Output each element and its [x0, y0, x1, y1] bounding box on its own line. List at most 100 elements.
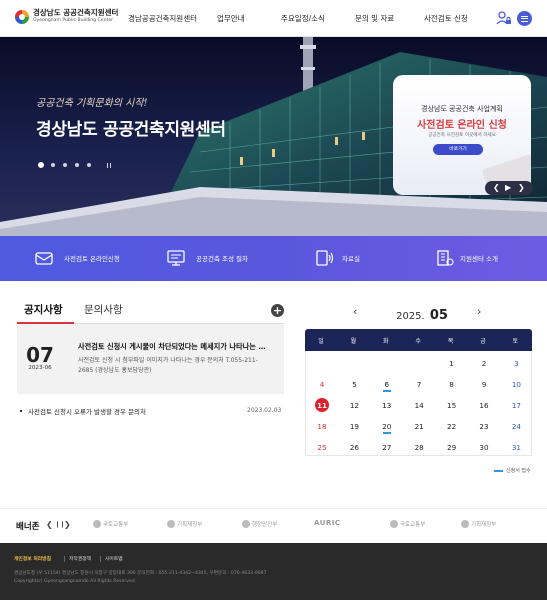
calendar-day[interactable]: 12: [338, 401, 370, 410]
weekday-tue: 화: [383, 338, 389, 345]
calendar-day[interactable]: 29: [436, 443, 468, 452]
popup-desc: 공공건축 사전검토 이곳에서 하세요: [428, 133, 496, 138]
footer-separator: [100, 556, 101, 562]
calendar-prev-icon[interactable]: ‹: [353, 305, 357, 318]
weekday-mon: 월: [350, 338, 357, 345]
featured-date: 2023-06: [28, 365, 52, 371]
nav-item-business[interactable]: 업무안내: [217, 13, 245, 24]
banner-next-icon[interactable]: ❯: [64, 520, 71, 529]
more-plus-icon[interactable]: +: [271, 304, 284, 317]
calendar-day[interactable]: 8: [436, 380, 468, 389]
hero-slider-controls: ❮ ▶ ❯: [485, 181, 533, 195]
calendar-day[interactable]: 11: [306, 401, 338, 410]
calendar-day[interactable]: 1: [436, 359, 468, 368]
calendar-day[interactable]: 26: [338, 443, 370, 452]
calendar-day[interactable]: 17: [500, 401, 532, 410]
calendar-day[interactable]: 18: [306, 422, 338, 431]
logo-icon[interactable]: [14, 9, 30, 25]
event-mark: [383, 432, 391, 434]
online-apply-popup[interactable]: 경상남도 공공건축 사업계획 사전검토 온라인 신청 공공건축 사전검토 이곳에…: [393, 75, 531, 195]
event-mark: [383, 390, 391, 392]
moef-logo-icon: [167, 520, 175, 528]
nav-item-apply[interactable]: 사전검토 신청: [424, 13, 468, 24]
slide-dot-3[interactable]: [63, 163, 67, 167]
quick-label-archive: 자료실: [342, 255, 360, 263]
building-info-icon: [437, 250, 454, 266]
calendar-day[interactable]: 16: [468, 401, 500, 410]
popup-go-button[interactable]: 바로가기: [433, 144, 483, 155]
featured-title[interactable]: 사전검토 신청시 게시물이 차단되었다는 메세지가 나타나는 …: [78, 342, 266, 352]
calendar-day[interactable]: 31: [500, 443, 532, 452]
hero-next-icon[interactable]: ❯: [518, 183, 525, 193]
calendar-day[interactable]: 23: [468, 422, 500, 431]
calendar-month: 05: [429, 308, 448, 323]
logo-title: 경상남도 공공건축지원센터: [33, 8, 119, 17]
footer-copyright: Copyright(c) Gyeongsangnamdo All Rights …: [14, 579, 137, 584]
slide-dot-4[interactable]: [75, 163, 79, 167]
calendar-day[interactable]: 14: [403, 401, 435, 410]
tab-inquiry[interactable]: 문의사항: [84, 302, 123, 317]
quick-label-apply: 사전검토 온라인신청: [64, 255, 120, 263]
footer-link-privacy[interactable]: 개인정보 처리방침: [14, 555, 51, 562]
calendar-day[interactable]: 20: [371, 422, 403, 431]
calendar-day[interactable]: 28: [403, 443, 435, 452]
calendar-year: 2025.: [396, 311, 425, 322]
slide-pause-icon[interactable]: [107, 163, 111, 168]
notice-item-title[interactable]: 사전검토 신청시 오류가 발생할 경우 문의처: [28, 406, 146, 416]
footer-link-sitemap[interactable]: 사이트맵: [105, 555, 123, 562]
featured-day: 07: [26, 343, 54, 367]
banner-logo-label: 국토교통부: [400, 522, 426, 528]
mail-icon: [35, 252, 53, 265]
banner-prev-icon[interactable]: ❮: [46, 520, 53, 529]
banner-logo-label: 행정안전부: [252, 522, 278, 528]
calendar-day[interactable]: 7: [403, 380, 435, 389]
hero-play-icon[interactable]: ▶: [505, 183, 511, 193]
weekday-fri: 금: [480, 338, 486, 345]
calendar-grid: 1 2 3 4 5 6 7 8 9 10 11 12 13 14 15 16 17 18 19 20 21 22 23 24 2…: [305, 351, 532, 456]
calendar-day[interactable]: 4: [306, 380, 338, 389]
calendar-day[interactable]: 24: [500, 422, 532, 431]
calendar-day[interactable]: 19: [338, 422, 370, 431]
slide-dot-5[interactable]: [87, 163, 91, 167]
footer-address: 경상남도청 (우 51154) 경상남도 창원시 의창구 중앙대로 300 문의…: [14, 571, 267, 576]
footer-link-copyright[interactable]: 저작권정책: [69, 555, 91, 562]
calendar-day[interactable]: 3: [500, 359, 532, 368]
hero-title: 경상남도 공공건축지원센터: [36, 120, 226, 140]
popup-title: 사전검토 온라인 신청: [417, 120, 507, 131]
molit-logo-icon: [93, 520, 101, 528]
bullet-icon: [20, 410, 22, 412]
featured-desc: 사전검토 신청 시 첨부파일 이미지가 나타나는 경우 문의처 T.055-21…: [78, 357, 258, 374]
slide-dot-2[interactable]: [51, 163, 55, 167]
weekday-wed: 수: [415, 338, 421, 345]
banner-logo-label: 기획재정부: [471, 522, 497, 528]
hamburger-icon[interactable]: [517, 11, 532, 26]
hero-visual: 공공건축 기획문화의 시작! 경상남도 공공건축지원센터 경상남도 공공건축 사…: [0, 37, 547, 236]
weekday-sun: 일: [318, 338, 324, 345]
calendar-day[interactable]: 22: [436, 422, 468, 431]
calendar-day[interactable]: 25: [306, 443, 338, 452]
calendar-day[interactable]: 15: [436, 401, 468, 410]
mois-logo-icon: [242, 520, 250, 528]
calendar-next-icon[interactable]: ›: [477, 305, 481, 318]
nav-item-schedule[interactable]: 주요일정/소식: [281, 13, 325, 24]
hero-slogan: 공공건축 기획문화의 시작!: [36, 98, 148, 109]
calendar-day[interactable]: 5: [338, 380, 370, 389]
calendar-day[interactable]: 21: [403, 422, 435, 431]
logo-text[interactable]: 경상남도 공공건축지원센터 Gyeongnam Public Building …: [33, 8, 118, 24]
calendar-day[interactable]: 27: [371, 443, 403, 452]
monitor-icon: [167, 250, 185, 266]
calendar-day[interactable]: 30: [468, 443, 500, 452]
quick-links-bar: 사전검토 온라인신청 공공건축 조성 절차 자료실 지원센터 소개: [0, 236, 547, 281]
calendar-day[interactable]: 10: [500, 380, 532, 389]
tab-notice[interactable]: 공지사항: [24, 302, 63, 317]
calendar-day[interactable]: 13: [371, 401, 403, 410]
nav-item-center[interactable]: 경남공공건축지원센터: [128, 13, 197, 24]
calendar-day[interactable]: 6: [371, 380, 403, 389]
calendar-day[interactable]: 9: [468, 380, 500, 389]
slide-dot-1[interactable]: [38, 162, 44, 168]
calendar-day[interactable]: 2: [468, 359, 500, 368]
weekday-sat: 토: [512, 338, 519, 345]
nav-item-inquiry[interactable]: 문의 및 자료: [355, 13, 394, 24]
hero-prev-icon[interactable]: ❮: [493, 183, 500, 193]
user-lock-icon[interactable]: [496, 10, 512, 26]
